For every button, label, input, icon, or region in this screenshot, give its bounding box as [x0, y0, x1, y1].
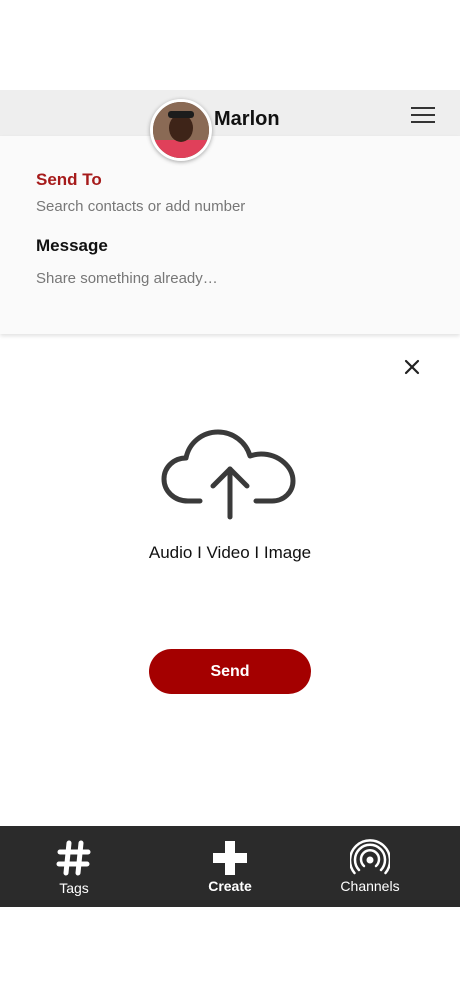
nav-item-create[interactable]: Create	[170, 826, 290, 907]
nav-item-tags[interactable]: Tags	[14, 826, 134, 907]
user-name: Marlon	[214, 108, 280, 130]
message-label: Message	[36, 236, 108, 255]
user-avatar-photo	[153, 102, 209, 158]
nav-label-tags: Tags	[59, 880, 89, 896]
cloud-upload-icon[interactable]	[158, 425, 300, 523]
hamburger-menu-icon[interactable]	[406, 102, 440, 128]
hashtag-icon	[14, 838, 134, 878]
send-to-input[interactable]	[34, 194, 418, 218]
bottom-nav: Tags Create Channels	[0, 826, 460, 907]
send-to-label: Send To	[36, 170, 102, 189]
nav-label-create: Create	[208, 878, 252, 894]
broadcast-icon	[310, 838, 430, 878]
nav-item-channels[interactable]: Channels	[310, 826, 430, 907]
compose-screen: Marlon Send To Message Audio I Video I I…	[0, 0, 460, 996]
nav-label-channels: Channels	[340, 878, 400, 894]
media-types-label: Audio I Video I Image	[148, 543, 312, 562]
send-button[interactable]: Send	[149, 649, 311, 694]
compose-form: Send To Message	[0, 136, 460, 334]
plus-icon	[170, 838, 290, 878]
avatar[interactable]	[150, 99, 212, 161]
message-input[interactable]	[34, 266, 418, 290]
close-icon[interactable]	[400, 355, 424, 379]
